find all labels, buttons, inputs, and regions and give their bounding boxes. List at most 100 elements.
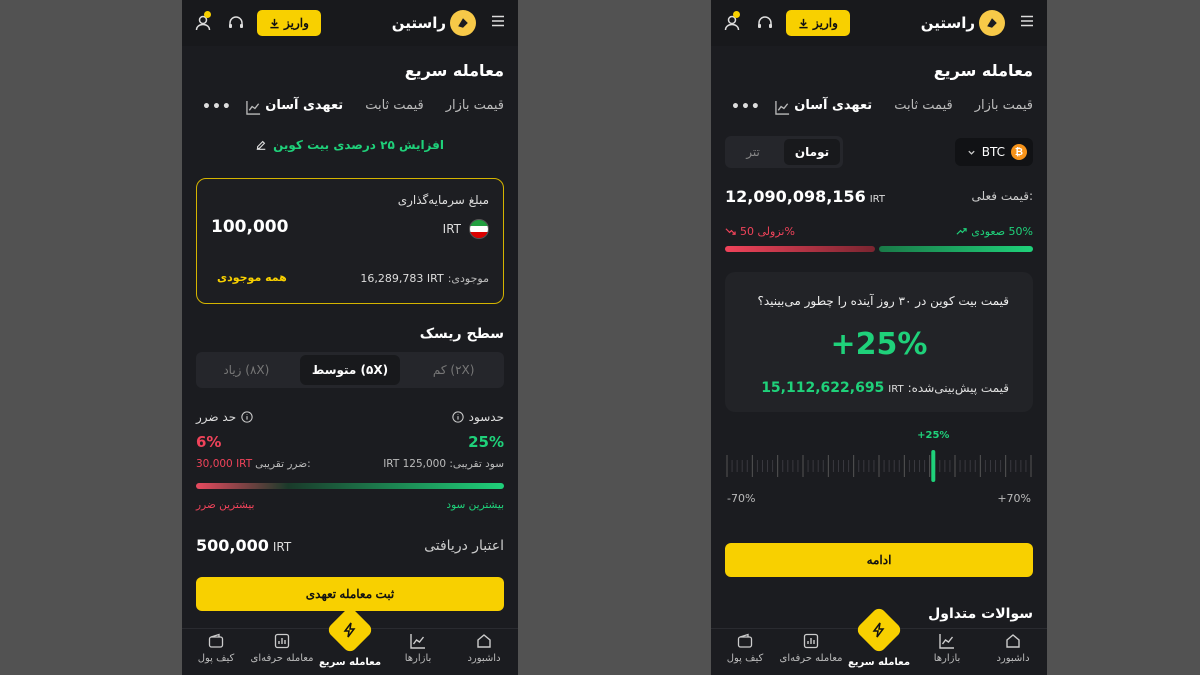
- trend-down-icon: [725, 228, 736, 235]
- all-balance-button[interactable]: همه موجودی: [217, 271, 287, 284]
- nav-markets[interactable]: بازارها: [386, 633, 450, 664]
- home-icon: [1006, 634, 1020, 648]
- bolt-icon: [854, 605, 904, 655]
- nav-quick-trade-label: معامله سریع: [318, 657, 382, 668]
- currency-tether[interactable]: تتر: [725, 136, 781, 168]
- nav-wallet[interactable]: کیف پول: [713, 633, 777, 664]
- chart-icon[interactable]: [775, 100, 790, 115]
- balance-row: موجودی: 16,289,783 IRT: [360, 272, 489, 285]
- edit-icon: [256, 140, 266, 150]
- investment-amount[interactable]: 100,000: [211, 217, 288, 237]
- risk-range-bar: [196, 483, 504, 489]
- coin-selector[interactable]: BTC ₿: [955, 138, 1033, 166]
- continue-label: ادامه: [866, 553, 892, 567]
- download-icon: [270, 18, 279, 28]
- headset-icon[interactable]: [227, 14, 245, 32]
- submit-leverage-button[interactable]: ثبت معامله تعهدی: [196, 577, 504, 611]
- brand-logo: راستین: [392, 10, 476, 36]
- logo-icon: [979, 10, 1005, 36]
- deposit-button[interactable]: واریز: [786, 10, 850, 36]
- chart-icon[interactable]: [246, 100, 261, 115]
- nav-dashboard[interactable]: داشبورد: [452, 633, 516, 664]
- hamburger-menu-icon[interactable]: [1019, 13, 1035, 29]
- nav-dashboard-label: داشبورد: [467, 653, 501, 664]
- promo-text: افزایش ۲۵ درصدی بیت کوین: [273, 138, 444, 152]
- deposit-button[interactable]: واریز: [257, 10, 321, 36]
- more-icon[interactable]: •••: [731, 99, 761, 115]
- approx-loss: 30,000 IRT ضرر تقریبی:: [196, 458, 311, 470]
- nav-pro-trade[interactable]: معامله حرفه‌ای: [779, 633, 843, 664]
- risk-low[interactable]: کم (۲X): [403, 352, 504, 388]
- slider-max-label: +70%: [997, 492, 1031, 505]
- predicted-price-unit: IRT: [888, 384, 904, 395]
- bar-chart-icon: [274, 633, 290, 649]
- hamburger-menu-icon[interactable]: [490, 13, 506, 29]
- bitcoin-icon: ₿: [1011, 144, 1027, 160]
- promo-banner[interactable]: افزایش ۲۵ درصدی بیت کوین: [255, 138, 444, 152]
- prediction-question: قیمت بیت کوین در ۳۰ روز آینده را چطور می…: [757, 294, 1009, 308]
- phone-screen-prediction: واریز راستین معامله سریع قیمت بازار قیمت…: [711, 0, 1047, 675]
- investment-card: مبلغ سرمایه‌گذاری 100,000 IRT همه موجودی…: [196, 178, 504, 304]
- slider-thumb[interactable]: [931, 450, 936, 482]
- page-title: معامله سریع: [933, 61, 1033, 80]
- tab-market-price[interactable]: قیمت بازار: [446, 98, 504, 113]
- trade-tabs: قیمت بازار قیمت ثابت تعهدی آسان: [794, 98, 1033, 113]
- credit-currency: IRT: [272, 540, 292, 554]
- risk-level-selector: کم (۲X) متوسط (۵X) زیاد (۸X): [196, 352, 504, 388]
- download-icon: [799, 18, 808, 28]
- prediction-percent: +25%: [830, 327, 928, 362]
- predicted-price-label: قیمت پیش‌بینی‌شده:: [907, 381, 1009, 395]
- risk-title: سطح ریسک: [419, 326, 504, 342]
- all-balance-label: همه موجودی: [217, 271, 287, 284]
- tab-extras: •••: [202, 99, 261, 115]
- take-profit-header: حدسود: [452, 410, 504, 424]
- tab-easy-leverage[interactable]: تعهدی آسان: [794, 98, 872, 113]
- continue-button[interactable]: ادامه: [725, 543, 1033, 577]
- stop-loss-value: 6%: [196, 433, 222, 451]
- nav-pro-trade[interactable]: معامله حرفه‌ای: [250, 633, 314, 664]
- currency-code: IRT: [442, 222, 461, 236]
- balance-value: 16,289,783 IRT: [360, 272, 444, 285]
- current-price-value: 12,090,098,156: [725, 187, 866, 206]
- current-price-unit: IRT: [869, 194, 885, 205]
- nav-wallet[interactable]: کیف پول: [184, 633, 248, 664]
- currency-selector[interactable]: IRT: [443, 219, 489, 239]
- coin-symbol: BTC: [981, 145, 1005, 159]
- risk-high[interactable]: زیاد (۸X): [196, 352, 297, 388]
- prediction-card: قیمت بیت کوین در ۳۰ روز آینده را چطور می…: [725, 272, 1033, 412]
- nav-dashboard[interactable]: داشبورد: [981, 633, 1045, 664]
- max-loss-label: بیشترین ضرر: [196, 499, 255, 511]
- tab-easy-leverage[interactable]: تعهدی آسان: [265, 98, 343, 113]
- nav-quick-trade-label: معامله سریع: [847, 657, 911, 668]
- nav-markets[interactable]: بازارها: [915, 633, 979, 664]
- info-icon[interactable]: [452, 411, 464, 423]
- deposit-label: واریز: [813, 16, 838, 30]
- bearish-label: نزولی 50%: [740, 225, 795, 238]
- prediction-slider[interactable]: [725, 448, 1033, 484]
- tab-fixed-price[interactable]: قیمت ثابت: [365, 98, 424, 113]
- max-profit-label: بیشترین سود: [446, 499, 504, 511]
- current-price: 12,090,098,156 IRT: [725, 187, 885, 206]
- nav-quick-trade[interactable]: معامله سریع: [847, 605, 911, 673]
- chart-icon: [410, 634, 425, 649]
- info-icon[interactable]: [241, 411, 253, 423]
- headset-icon[interactable]: [756, 14, 774, 32]
- stop-loss-header: حد ضرر: [196, 410, 253, 424]
- credit-value: 500,000: [196, 536, 269, 555]
- iran-flag-icon: [469, 219, 489, 239]
- tab-fixed-price[interactable]: قیمت ثابت: [894, 98, 953, 113]
- nav-markets-label: بازارها: [404, 653, 432, 664]
- brand-logo: راستین: [921, 10, 1005, 36]
- chart-icon: [939, 634, 954, 649]
- bullish-bar: [879, 246, 1033, 252]
- risk-medium[interactable]: متوسط (۵X): [299, 355, 401, 385]
- more-icon[interactable]: •••: [202, 99, 232, 115]
- take-profit-value: 25%: [468, 433, 504, 451]
- nav-pro-trade-label: معامله حرفه‌ای: [779, 653, 843, 664]
- nav-quick-trade[interactable]: معامله سریع: [318, 605, 382, 673]
- tab-market-price[interactable]: قیمت بازار: [975, 98, 1033, 113]
- currency-toman[interactable]: تومان: [784, 139, 840, 165]
- brand-name: راستین: [920, 14, 975, 32]
- nav-dashboard-label: داشبورد: [996, 653, 1030, 664]
- nav-wallet-label: کیف پول: [197, 653, 235, 664]
